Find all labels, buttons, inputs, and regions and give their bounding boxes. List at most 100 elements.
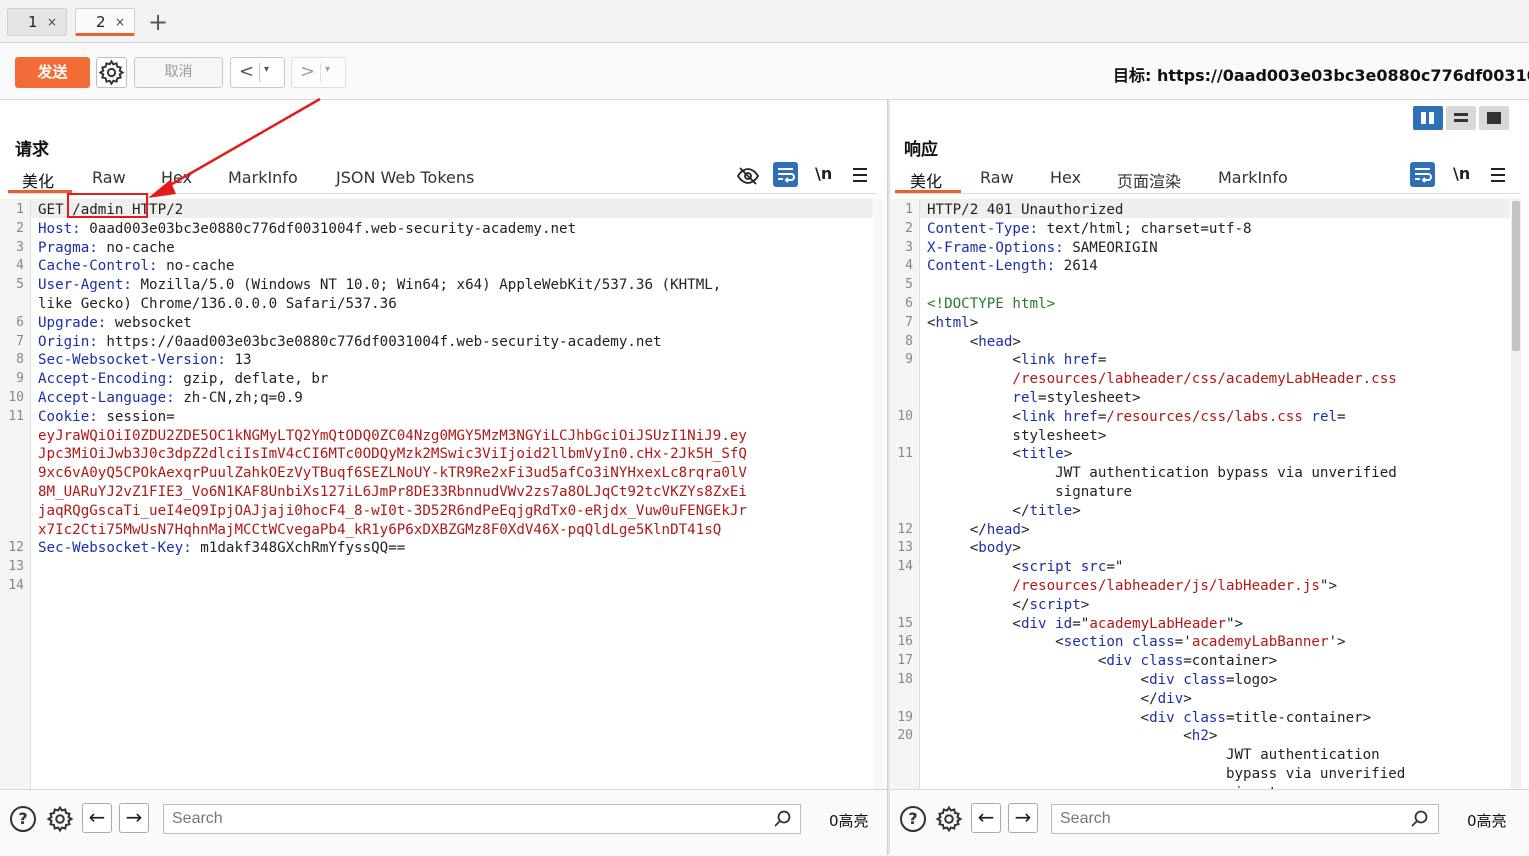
code-token: X-Frame-Options: [927,239,1064,256]
code-line: <link href=/resources/css/labs.css rel= [927,408,1510,427]
line-number: 4 [905,258,913,274]
chevron-down-icon[interactable]: ▾ [264,64,269,75]
tab-2[interactable]: 2 × [75,8,135,36]
code-token: JWT authentication [927,747,1380,764]
code-token: < [927,672,1150,688]
header-value: 0aad003e03bc3e0880c776df0031004f.web-sec… [80,220,577,237]
code-token: </ [927,521,987,538]
line-number: 18 [897,672,913,687]
request-tab-jwt[interactable]: JSON Web Tokens [336,168,474,187]
code-token: div [1106,653,1132,670]
add-tab-button[interactable]: + [148,8,168,36]
gear-icon[interactable] [934,804,964,834]
code-token: > [1063,446,1073,463]
newline-toggle[interactable]: \n [815,164,832,183]
menu-icon[interactable] [1489,166,1507,184]
code-token: > [969,314,979,331]
code-token: /resources/css/labs.css [1106,408,1303,425]
code-token: > [1080,596,1090,613]
code-token: > [1208,728,1218,745]
code-token: =container> [1183,653,1278,670]
code-token: html [935,314,970,331]
word-wrap-icon[interactable] [773,162,798,187]
tab-close-icon[interactable]: × [47,9,57,35]
word-wrap-icon[interactable] [1410,162,1435,187]
code-token: class [1132,634,1175,651]
code-line: Accept-Encoding: gzip, deflate, br [38,370,873,389]
search-icon[interactable] [1410,809,1430,829]
view-stacked-button[interactable] [1446,106,1476,130]
code-token: =' [1174,634,1192,651]
line-number: 8 [905,333,913,349]
response-tab-markinfo[interactable]: MarkInfo [1218,168,1288,187]
code-token: link [1020,352,1056,369]
code-line: <link href= [927,351,1510,370]
code-token: academyLabBanner [1191,634,1329,651]
code-token: script [1029,596,1081,613]
response-scrollbar[interactable] [1511,199,1521,789]
newline-toggle[interactable]: \n [1453,164,1470,183]
scrollbar-thumb[interactable] [1512,201,1520,351]
code-line: </script> [927,596,1510,615]
response-tab-render[interactable]: 页面渲染 [1117,168,1181,192]
history-back-button[interactable]: < ▾ [230,57,285,88]
code-line: signature [927,483,1510,502]
code-line: 9xc6vA0yQ5CPOkAexqrPuulZahkOEzVyTBuqf6SE… [38,464,873,483]
tab-close-icon[interactable]: × [115,9,125,35]
code-token: < [927,352,1021,369]
search-icon[interactable] [773,809,793,829]
code-line: Origin: https://0aad003e03bc3e0880c776df… [38,333,873,352]
code-token: div [1157,690,1184,707]
line-number: 4 [16,258,24,274]
code-token: > [1012,540,1021,557]
code-token: JWT authentication bypass via unverified [927,465,1397,482]
cookie-value: x7Ic2Cti75MwUsN7HqhnMajMCCtWCvegaPb4_kR1… [38,521,722,538]
search-next-button[interactable]: → [119,803,149,833]
header-name: User-Agent: [38,277,132,294]
settings-button[interactable] [96,57,127,88]
target-url[interactable]: 目标: https://0aad003e03bc3e0880c776df0031… [1113,62,1529,86]
help-icon[interactable]: ? [10,806,36,832]
search-next-button[interactable]: → [1008,803,1038,833]
code-token: head [978,333,1013,350]
response-tab-hex[interactable]: Hex [1050,168,1081,187]
chevron-down-icon[interactable]: ▾ [325,64,330,75]
response-search-bar: ? ← → Search 0高亮 [890,789,1529,856]
search-prev-button[interactable]: ← [971,803,1001,833]
help-icon[interactable]: ? [900,806,926,832]
send-button[interactable]: 发送 [15,57,90,88]
code-token: /resources/labheader/js/labHeader.js [927,578,1320,594]
panel-splitter[interactable] [887,99,890,855]
highlight-count: 0高亮 [829,812,869,830]
code-line: </title> [927,502,1510,521]
cookie-value: 9xc6vA0yQ5CPOkAexqrPuulZahkOEzVyTBuqf6SE… [38,465,747,482]
eye-off-icon[interactable] [736,164,760,188]
history-forward-button[interactable]: > ▾ [291,57,346,88]
search-prev-button[interactable]: ← [82,803,112,833]
request-tab-pretty[interactable]: 美化 [22,168,54,192]
code-token: < [927,408,1021,425]
line-number: 14 [897,559,913,575]
request-scrollbar[interactable] [874,199,884,789]
view-single-button[interactable] [1479,106,1509,130]
cancel-button[interactable]: 取消 [134,57,223,88]
code-token: /resources/labheader/css/academyLabHeade… [927,371,1397,388]
response-tab-raw[interactable]: Raw [980,168,1014,187]
response-tab-pretty[interactable]: 美化 [910,168,942,192]
code-line: X-Frame-Options: SAMEORIGIN [927,239,1510,258]
code-token: </ [927,596,1030,613]
code-token: h2 [1191,728,1209,745]
code-line: <div class=container> [927,652,1510,671]
gear-icon[interactable] [45,804,75,834]
search-input[interactable]: Search [1051,804,1439,834]
tab-1[interactable]: 1 × [7,8,67,36]
menu-icon[interactable] [851,166,869,184]
header-name: Origin: [38,333,98,350]
header-value: m1dakf348GXchRmYfyssQQ== [191,540,406,557]
header-name: Pragma: [38,239,98,256]
toolbar: 发送 取消 < ▾ > ▾ 目标: https://0aad003e03bc3e… [0,43,1529,100]
search-input[interactable]: Search [163,804,801,834]
view-split-button[interactable] [1413,106,1443,130]
request-tab-raw[interactable]: Raw [92,168,126,187]
